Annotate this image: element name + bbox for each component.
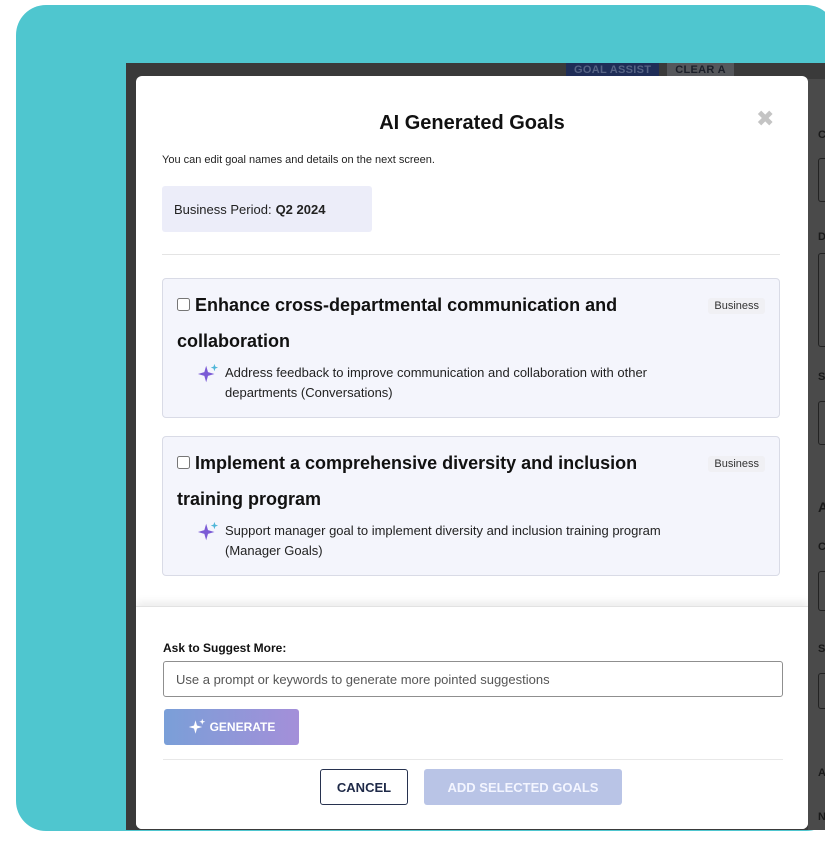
modal-subtitle: You can edit goal names and details on t… — [162, 154, 435, 166]
background-field — [818, 673, 825, 709]
generate-label: GENERATE — [209, 720, 276, 734]
business-period-box: Business Period: Q2 2024 — [162, 186, 372, 232]
background-label: D — [818, 231, 825, 243]
suggest-more-panel: Ask to Suggest More: GENERATE CANCEL ADD… — [136, 606, 808, 829]
period-value: Q2 2024 — [275, 201, 326, 217]
modal-title: AI Generated Goals — [379, 112, 565, 134]
cancel-button[interactable]: CANCEL — [320, 769, 408, 805]
goal-checkbox[interactable] — [177, 455, 190, 469]
sparkle-icon — [197, 521, 219, 541]
divider — [163, 759, 783, 760]
background-label: S — [818, 371, 825, 383]
background-field — [818, 253, 825, 347]
background-label: S — [818, 643, 825, 655]
goal-type-badge: Business — [708, 456, 765, 472]
background-label: N — [818, 811, 825, 823]
background-field — [818, 571, 825, 611]
background-field — [818, 401, 825, 445]
background-label: A — [818, 767, 825, 779]
goal-description: Address feedback to improve communicatio… — [225, 365, 648, 400]
add-selected-goals-button[interactable]: ADD SELECTED GOALS — [424, 769, 622, 805]
background-label: C — [818, 541, 825, 553]
background-field — [818, 158, 825, 202]
close-icon[interactable]: ✖ — [756, 106, 774, 132]
goal-title-row: Enhance cross-departmental communication… — [177, 287, 677, 359]
sparkle-icon — [197, 363, 219, 383]
background-label: A — [818, 499, 825, 515]
period-label: Business Period: — [174, 201, 272, 217]
goal-type-badge: Business — [708, 298, 765, 314]
ask-label: Ask to Suggest More: — [163, 641, 287, 655]
goal-checkbox[interactable] — [177, 297, 190, 311]
background-label: C — [818, 129, 825, 141]
goal-title: Implement a comprehensive diversity and … — [177, 453, 638, 509]
goal-title: Enhance cross-departmental communication… — [177, 295, 618, 351]
goal-title-row: Implement a comprehensive diversity and … — [177, 445, 677, 517]
goal-description: Support manager goal to implement divers… — [225, 523, 661, 558]
sparkle-icon — [188, 718, 205, 734]
goal-card[interactable]: Enhance cross-departmental communication… — [162, 278, 780, 418]
generate-button[interactable]: GENERATE — [164, 709, 299, 745]
ai-goals-modal: AI Generated Goals ✖ You can edit goal n… — [136, 76, 808, 829]
divider — [162, 254, 780, 255]
goal-card[interactable]: Implement a comprehensive diversity and … — [162, 436, 780, 576]
prompt-input[interactable] — [163, 661, 783, 697]
goal-list[interactable]: Enhance cross-departmental communication… — [162, 278, 780, 593]
